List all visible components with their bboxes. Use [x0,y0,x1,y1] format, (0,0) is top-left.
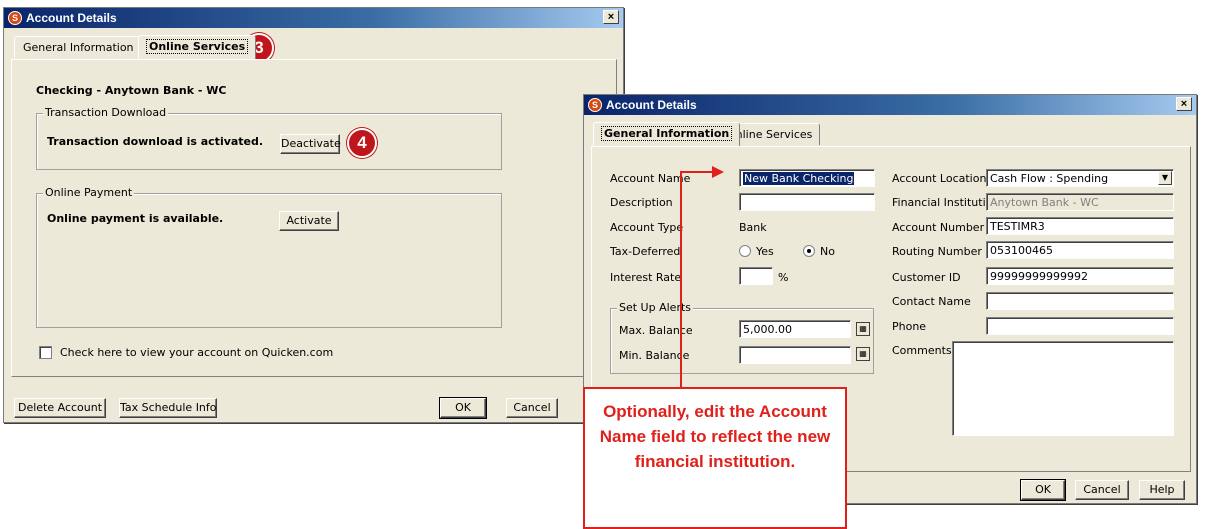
quicken-logo-icon: S [8,11,22,25]
description-label: Description [610,196,673,209]
max-balance-label: Max. Balance [619,324,693,337]
tab-label: General Information [23,41,134,54]
contact-name-field[interactable] [986,292,1174,310]
percent-sign: % [778,271,789,284]
tab-label: Online Services [145,39,249,54]
min-balance-label: Min. Balance [619,349,690,362]
group-legend: Set Up Alerts [617,301,694,314]
tax-deferred-no-radio[interactable] [803,245,815,257]
contact-name-label: Contact Name [892,295,971,308]
max-balance-field[interactable]: 5,000.00 [739,320,851,338]
online-payment-group: Online Payment Online payment is availab… [36,186,502,328]
tax-deferred-yes-radio[interactable] [739,245,751,257]
tab-general-information[interactable]: General Information [14,36,143,58]
calculator-icon[interactable]: ▦ [856,347,870,361]
window-title: Account Details [26,11,117,25]
account-number-field[interactable]: TESTIMR3 [986,217,1174,235]
ok-button[interactable]: OK [439,397,487,419]
cancel-button[interactable]: Cancel [1075,480,1129,500]
tax-deferred-yes-label: Yes [756,245,774,258]
tab-general-information[interactable]: General Information [593,122,741,146]
account-location-label: Account Location [892,172,987,185]
routing-number-field[interactable]: 053100465 [986,241,1174,259]
account-type-label: Account Type [610,221,684,234]
tax-deferred-label: Tax-Deferred [610,245,681,258]
set-up-alerts-group: Set Up Alerts Max. Balance 5,000.00 ▦ Mi… [610,301,874,374]
customer-id-field[interactable]: 99999999999992 [986,267,1174,285]
tab-label: General Information [600,126,733,141]
activate-button[interactable]: Activate [279,211,339,231]
chevron-down-icon[interactable]: ▼ [1158,171,1172,185]
delete-account-button[interactable]: Delete Account [14,398,106,418]
tax-schedule-info-button[interactable]: Tax Schedule Info [119,398,217,418]
account-type-value: Bank [739,221,767,234]
online-payment-status: Online payment is available. [47,212,224,225]
quicken-logo-icon: S [588,98,602,112]
account-location-value: Cash Flow : Spending [990,172,1109,185]
financial-institution-field: Anytown Bank - WC [986,193,1174,211]
cancel-button[interactable]: Cancel [506,398,558,418]
title-bar: S Account Details × [584,95,1196,115]
account-name-label: Account Name [610,172,691,185]
online-services-panel: Checking - Anytown Bank - WC Transaction… [11,59,617,377]
transaction-download-group: Transaction Download Transaction downloa… [36,106,502,170]
help-button[interactable]: Help [1139,480,1185,500]
interest-rate-label: Interest Rate [610,271,682,284]
account-details-window-online: S Account Details × General Information … [3,7,624,423]
group-legend: Transaction Download [43,106,169,119]
step-4-badge: 4 [347,128,377,158]
account-location-dropdown[interactable]: Cash Flow : Spending ▼ [986,169,1174,187]
account-name-field[interactable]: New Bank Checking [739,169,875,187]
title-bar: S Account Details × [4,8,623,28]
phone-label: Phone [892,320,927,333]
account-number-label: Account Number [892,221,985,234]
routing-number-label: Routing Number [892,245,982,258]
comments-label: Comments [892,344,952,357]
group-legend: Online Payment [43,186,135,199]
window-title: Account Details [606,98,697,112]
customer-id-label: Customer ID [892,271,961,284]
financial-institution-label: Financial Institution [892,196,1000,209]
phone-field[interactable] [986,317,1174,335]
quicken-com-checkbox[interactable] [39,346,52,359]
quicken-com-checkbox-label: Check here to view your account on Quick… [60,346,334,359]
calculator-icon[interactable]: ▦ [856,322,870,336]
comments-textarea[interactable] [952,341,1174,436]
ok-button[interactable]: OK [1020,479,1066,501]
close-button[interactable]: × [603,10,619,24]
account-heading: Checking - Anytown Bank - WC [36,84,227,97]
tax-deferred-no-label: No [820,245,835,258]
transaction-download-status: Transaction download is activated. [47,135,264,148]
description-field[interactable] [739,193,875,211]
tab-online-services[interactable]: Online Services [138,35,257,59]
close-button[interactable]: × [1176,97,1192,111]
min-balance-field[interactable] [739,346,851,364]
account-name-value: New Bank Checking [743,172,855,185]
interest-rate-field[interactable] [739,267,773,285]
instruction-callout: Optionally, edit the Account Name field … [583,387,847,529]
deactivate-button[interactable]: Deactivate [280,134,341,154]
